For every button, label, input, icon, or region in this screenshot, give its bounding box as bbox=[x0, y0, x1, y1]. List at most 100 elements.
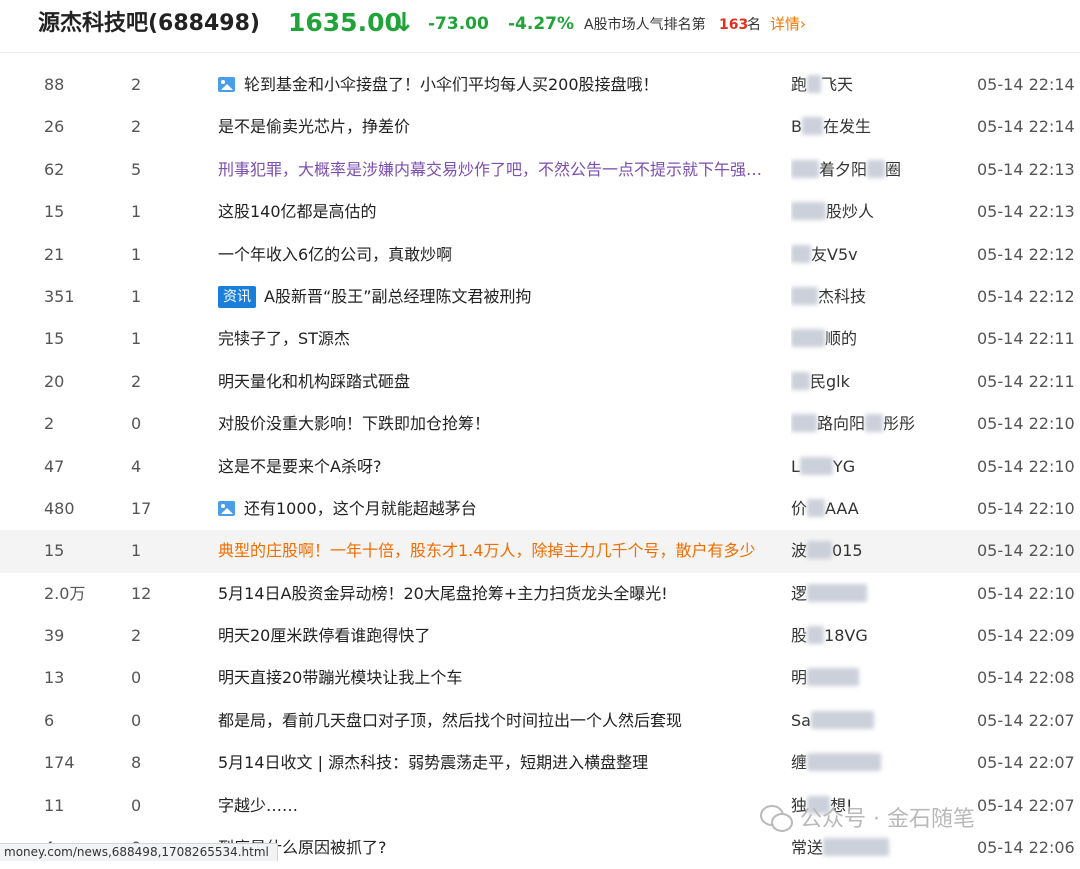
read-count: 47 bbox=[44, 456, 65, 476]
news-tag: 资讯 bbox=[218, 285, 256, 308]
post-title-link[interactable]: 还有1000，这个月就能超越茅台 bbox=[218, 488, 766, 530]
post-title-link[interactable]: 这股140亿都是高估的 bbox=[218, 191, 766, 233]
author-name-end: 友V5v bbox=[811, 244, 858, 264]
blurred-name-mask bbox=[791, 329, 825, 348]
table-row[interactable]: 15 1 这股140亿都是高估的 股炒人 05-14 22:13 bbox=[0, 191, 1080, 233]
reply-count: 12 bbox=[131, 583, 152, 603]
post-title-link[interactable]: 对股价没重大影响！下跌即加仓抢筹！ bbox=[218, 403, 766, 445]
stock-price: 1635.00 bbox=[288, 8, 402, 37]
author-link[interactable]: L YG bbox=[791, 446, 941, 488]
post-title-link[interactable]: 一个年收入6亿的公司，真敢炒啊 bbox=[218, 234, 766, 276]
author-link[interactable]: 民glk bbox=[791, 361, 941, 403]
post-title-link[interactable]: 是不是偷卖光芯片，挣差价 bbox=[218, 106, 766, 148]
blurred-name-mask bbox=[810, 710, 874, 729]
author-link[interactable]: 顺的 bbox=[791, 318, 941, 360]
table-row[interactable]: 88 2 轮到基金和小伞接盘了！小伞们平均每人买200股接盘哦！ 跑飞天 05-14 2… bbox=[0, 64, 1080, 106]
author-link[interactable]: 杰科技 bbox=[791, 276, 941, 318]
post-title-text: 完犊子了，ST源杰 bbox=[218, 329, 350, 349]
table-row[interactable]: 21 1 一个年收入6亿的公司，真敢炒啊 友V5v 05-14 22:12 bbox=[0, 234, 1080, 276]
post-title-link[interactable]: 明天量化和机构踩踏式砸盘 bbox=[218, 361, 766, 403]
author-name-start: 股 bbox=[791, 626, 808, 646]
table-row[interactable]: 480 17 还有1000，这个月就能超越茅台 价 AAA 05-14 22:10 bbox=[0, 488, 1080, 530]
read-count: 88 bbox=[44, 75, 65, 94]
post-title-link[interactable]: 到底是什么原因被抓了? bbox=[218, 827, 766, 869]
post-title-link[interactable]: 刑事犯罪，大概率是涉嫌内幕交易炒作了吧，不然公告一点不提示就下午强势拉升 bbox=[218, 149, 766, 191]
table-row[interactable]: 13 0 明天直接20带蹦光模块让我上个车 明 05-14 22:08 bbox=[0, 657, 1080, 699]
post-title-text: 还有1000，这个月就能超越茅台 bbox=[244, 498, 477, 518]
read-count: 6 bbox=[44, 710, 55, 730]
post-title-text: 5月14日A股资金异动榜！20大尾盘抢筹+主力扫货龙头全曝光! bbox=[218, 583, 668, 603]
table-row[interactable]: 15 1 典型的庄股啊！一年十倍，股东才1.4万人，除掉主力几千个号，散户有多少 波 0… bbox=[0, 530, 1080, 573]
post-title-link[interactable]: 字越少…… bbox=[218, 785, 766, 827]
post-title-text: 对股价没重大影响！下跌即加仓抢筹！ bbox=[218, 414, 491, 434]
read-count: 26 bbox=[44, 117, 65, 137]
author-link[interactable]: 明 bbox=[791, 657, 941, 699]
blurred-name-mask bbox=[801, 117, 823, 136]
author-link[interactable]: 股 18VG bbox=[791, 615, 941, 657]
read-count: 21 bbox=[44, 244, 65, 264]
post-title-link[interactable]: 都是局，看前几天盘口对子顶，然后找个时间拉出一个人然后套现 bbox=[218, 700, 766, 742]
price-change-percent: -4.27% bbox=[508, 14, 575, 34]
post-title-link[interactable]: 明天20厘米跌停看谁跑得快了 bbox=[218, 615, 766, 657]
reply-count: 1 bbox=[131, 244, 142, 264]
blurred-name-mask bbox=[867, 159, 886, 178]
table-row[interactable]: 39 2 明天20厘米跌停看谁跑得快了 股 18VG 05-14 22:09 bbox=[0, 615, 1080, 657]
author-link[interactable]: B 在发生 bbox=[791, 106, 941, 148]
stock-header: 源杰科技吧(688498) 1635.00 ↓ -73.00 -4.27% A股… bbox=[0, 0, 1080, 53]
author-name-start: Sa bbox=[791, 710, 811, 730]
reply-count: 1 bbox=[131, 541, 142, 561]
table-row[interactable]: 2.0万 12 5月14日A股资金异动榜！20大尾盘抢筹+主力扫货龙头全曝光! 逻 05… bbox=[0, 573, 1080, 615]
author-link[interactable]: 波 015 bbox=[791, 530, 941, 572]
author-name-start: 逻 bbox=[791, 583, 808, 603]
author-link[interactable]: Sa bbox=[791, 700, 941, 742]
table-row[interactable]: 26 2 是不是偷卖光芯片，挣差价 B 在发生 05-14 22:14 bbox=[0, 106, 1080, 148]
author-name-suffix: 圈 bbox=[885, 159, 902, 179]
reply-count: 0 bbox=[131, 710, 142, 730]
table-row[interactable]: 6 0 都是局，看前几天盘口对子顶，然后找个时间拉出一个人然后套现 Sa 05-14 2… bbox=[0, 700, 1080, 742]
table-row[interactable]: 47 4 这是不是要来个A杀呀? L YG 05-14 22:10 bbox=[0, 446, 1080, 488]
author-link[interactable]: 价 AAA bbox=[791, 488, 941, 530]
post-title-link[interactable]: 完犊子了，ST源杰 bbox=[218, 318, 766, 360]
author-link[interactable]: 友V5v bbox=[791, 234, 941, 276]
reply-count: 2 bbox=[131, 117, 142, 137]
reply-count: 4 bbox=[131, 456, 142, 476]
post-title-link[interactable]: 资讯 A股新晋“股王”副总经理陈文君被刑拘 bbox=[218, 276, 766, 318]
reply-count: 17 bbox=[131, 498, 152, 518]
post-title-text: 字越少…… bbox=[218, 795, 299, 815]
blurred-name-mask bbox=[791, 286, 818, 305]
post-title-link[interactable]: 这是不是要来个A杀呀? bbox=[218, 446, 766, 488]
author-link[interactable]: 跑飞天 bbox=[791, 64, 941, 106]
table-row[interactable]: 20 2 明天量化和机构踩踏式砸盘 民glk 05-14 22:11 bbox=[0, 361, 1080, 403]
author-name-start: 缠 bbox=[791, 753, 808, 773]
author-name-suffix: 彤彤 bbox=[883, 414, 916, 434]
table-row[interactable]: 2 0 对股价没重大影响！下跌即加仓抢筹！ 路向阳 彤彤 05-14 22:10 bbox=[0, 403, 1080, 445]
detail-link[interactable]: 详情› bbox=[770, 12, 806, 36]
blurred-name-mask bbox=[865, 414, 884, 433]
post-time: 05-14 22:12 bbox=[977, 244, 1075, 264]
post-title-text: 轮到基金和小伞接盘了！小伞们平均每人买200股接盘哦！ bbox=[244, 75, 659, 94]
post-title-link[interactable]: 明天直接20带蹦光模块让我上个车 bbox=[218, 657, 766, 699]
post-title-text: 典型的庄股啊！一年十倍，股东才1.4万人，除掉主力几千个号，散户有多少 bbox=[218, 541, 756, 561]
post-time: 05-14 22:14 bbox=[977, 75, 1075, 94]
post-title-link[interactable]: 5月14日A股资金异动榜！20大尾盘抢筹+主力扫货龙头全曝光! bbox=[218, 573, 766, 615]
post-title-link[interactable]: 5月14日收文 | 源杰科技：弱势震荡走平，短期进入横盘整理 bbox=[218, 742, 766, 784]
table-row[interactable]: 15 1 完犊子了，ST源杰 顺的 05-14 22:11 bbox=[0, 318, 1080, 360]
author-name-end: 18VG bbox=[824, 626, 868, 646]
reply-count: 1 bbox=[131, 286, 142, 306]
table-row[interactable]: 62 5 刑事犯罪，大概率是涉嫌内幕交易炒作了吧，不然公告一点不提示就下午强势拉升 着… bbox=[0, 149, 1080, 191]
author-link[interactable]: 路向阳 彤彤 bbox=[791, 403, 941, 445]
author-link[interactable]: 股炒人 bbox=[791, 191, 941, 233]
author-link[interactable]: 缠 bbox=[791, 742, 941, 784]
author-link[interactable]: 逻 bbox=[791, 573, 941, 615]
author-name-start: L bbox=[791, 456, 800, 476]
stock-bar-title[interactable]: 源杰科技吧(688498) bbox=[38, 8, 260, 40]
post-title-link[interactable]: 典型的庄股啊！一年十倍，股东才1.4万人，除掉主力几千个号，散户有多少 bbox=[218, 530, 766, 572]
table-row[interactable]: 351 1 资讯 A股新晋“股王”副总经理陈文君被刑拘 杰科技 05-14 22:12 bbox=[0, 276, 1080, 318]
image-icon bbox=[218, 77, 235, 92]
table-row[interactable]: 174 8 5月14日收文 | 源杰科技：弱势震荡走平，短期进入横盘整理 缠 05-14… bbox=[0, 742, 1080, 784]
author-link[interactable]: 着夕阳圈 bbox=[791, 149, 941, 191]
down-arrow-icon: ↓ bbox=[393, 8, 415, 38]
reply-count: 0 bbox=[131, 668, 142, 688]
author-name-end: 股炒人 bbox=[826, 202, 875, 222]
post-title-link[interactable]: 轮到基金和小伞接盘了！小伞们平均每人买200股接盘哦！ bbox=[218, 64, 766, 106]
